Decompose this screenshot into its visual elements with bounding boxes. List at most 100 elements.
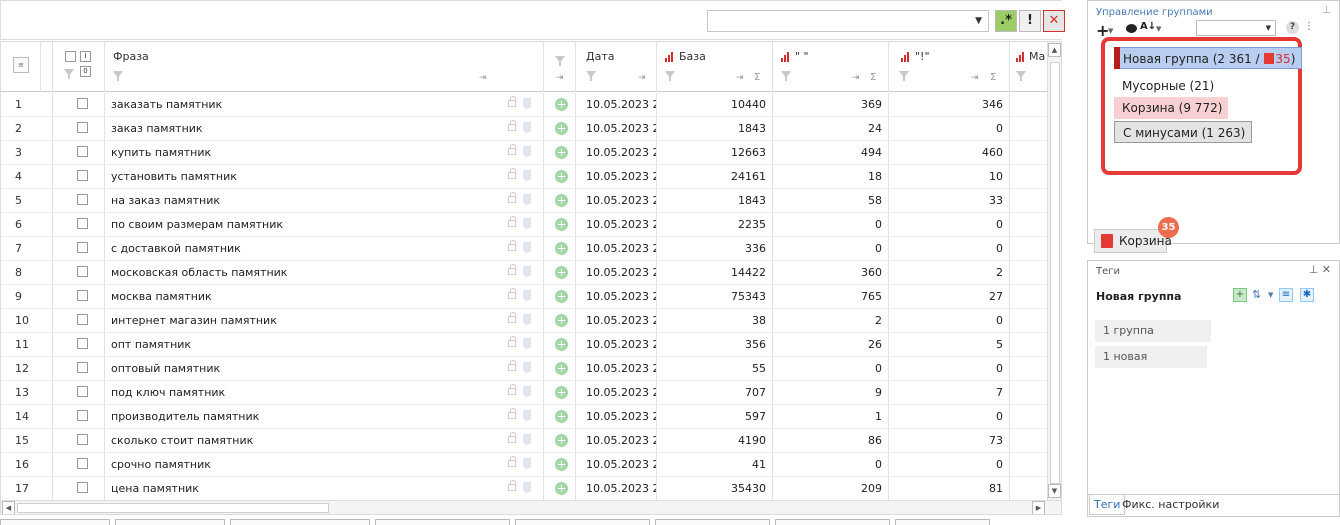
- shield-icon[interactable]: [523, 458, 531, 469]
- add-circle-icon[interactable]: [555, 338, 568, 351]
- lock-icon[interactable]: [508, 216, 516, 227]
- horizontal-scroll-thumb[interactable]: [17, 503, 329, 513]
- add-tag-icon[interactable]: +: [1233, 288, 1247, 302]
- group-item-basket[interactable]: Корзина (9 772): [1114, 97, 1229, 119]
- table-row[interactable]: 11 опт памятник 10.05.2023 2 356 26 5: [1, 333, 1047, 357]
- phrase-cell[interactable]: производитель памятник: [105, 405, 500, 428]
- lock-icon[interactable]: [508, 408, 516, 419]
- add-circle-icon[interactable]: [555, 146, 568, 159]
- row-checkbox[interactable]: [77, 146, 88, 157]
- phrase-cell[interactable]: заказ памятник: [105, 117, 500, 140]
- settings-icon[interactable]: ✱: [1300, 288, 1314, 302]
- add-circle-icon[interactable]: [555, 266, 568, 279]
- more-icon[interactable]: ⋮: [1304, 21, 1314, 32]
- phrase-cell[interactable]: на заказ памятник: [105, 189, 500, 212]
- table-row[interactable]: 1 заказать памятник 10.05.2023 2 10440 369 34…: [1, 93, 1047, 117]
- lock-icon[interactable]: [508, 144, 516, 155]
- close-icon[interactable]: ✕: [1322, 263, 1331, 276]
- bottom-tab[interactable]: [115, 519, 225, 525]
- shield-icon[interactable]: [523, 338, 531, 349]
- row-checkbox[interactable]: [77, 362, 88, 373]
- bottom-tab[interactable]: [895, 519, 990, 525]
- row-checkbox[interactable]: [77, 218, 88, 229]
- select-all-checkbox[interactable]: [65, 51, 76, 62]
- tree-view-icon[interactable]: ≡: [1279, 288, 1293, 302]
- phrase-cell[interactable]: под ключ памятник: [105, 381, 500, 404]
- add-circle-icon[interactable]: [555, 194, 568, 207]
- phrase-cell[interactable]: оптовый памятник: [105, 357, 500, 380]
- filter-icon[interactable]: [64, 69, 74, 79]
- table-row[interactable]: 12 оптовый памятник 10.05.2023 2 55 0 0: [1, 357, 1047, 381]
- row-checkbox[interactable]: [77, 194, 88, 205]
- phrase-cell[interactable]: москва памятник: [105, 285, 500, 308]
- filter-icon[interactable]: [113, 71, 123, 81]
- pin-icon[interactable]: ⇥: [638, 73, 646, 83]
- bottom-tab[interactable]: [515, 519, 650, 525]
- add-circle-icon[interactable]: [555, 218, 568, 231]
- row-checkbox[interactable]: [77, 242, 88, 253]
- add-circle-icon[interactable]: [555, 290, 568, 303]
- table-row[interactable]: 14 производитель памятник 10.05.2023 2 597 1…: [1, 405, 1047, 429]
- filter-icon[interactable]: [665, 71, 675, 81]
- bottom-tab[interactable]: [0, 519, 110, 525]
- table-row[interactable]: 13 под ключ памятник 10.05.2023 2 707 9 7: [1, 381, 1047, 405]
- shield-icon[interactable]: [523, 482, 531, 493]
- pin-icon[interactable]: ⇥: [971, 73, 979, 83]
- add-circle-icon[interactable]: [555, 386, 568, 399]
- table-row[interactable]: 3 купить памятник 10.05.2023 2 12663 494 460: [1, 141, 1047, 165]
- row-checkbox[interactable]: [77, 410, 88, 421]
- add-circle-icon[interactable]: [555, 458, 568, 471]
- header-excl[interactable]: "!" ⇥ Σ: [889, 42, 1010, 92]
- table-row[interactable]: 4 установить памятник 10.05.2023 2 24161 18 1…: [1, 165, 1047, 189]
- lock-icon[interactable]: [508, 336, 516, 347]
- add-circle-icon[interactable]: [555, 410, 568, 423]
- shield-icon[interactable]: [523, 386, 531, 397]
- shield-icon[interactable]: [523, 170, 531, 181]
- header-base[interactable]: База ⇥ Σ: [657, 42, 773, 92]
- sort-icon[interactable]: A↓: [1140, 21, 1156, 32]
- tab-fixed-settings[interactable]: Фикс. настройки: [1118, 495, 1223, 515]
- sum-icon[interactable]: Σ: [870, 72, 876, 83]
- chevron-down-icon[interactable]: ▼: [1268, 291, 1273, 299]
- table-row[interactable]: 6 по своим размерам памятник 10.05.2023 22…: [1, 213, 1047, 237]
- lock-icon[interactable]: [508, 456, 516, 467]
- phrase-cell[interactable]: заказать памятник: [105, 93, 500, 116]
- sum-icon[interactable]: Σ: [754, 72, 760, 83]
- tag-item[interactable]: 1 новая: [1095, 346, 1207, 368]
- group-select[interactable]: ▼: [1196, 20, 1276, 36]
- add-circle-icon[interactable]: [555, 314, 568, 327]
- pin-icon[interactable]: ⇥: [479, 73, 487, 83]
- row-checkbox[interactable]: [77, 290, 88, 301]
- group-item-junk[interactable]: Мусорные (21): [1114, 75, 1220, 97]
- phrase-cell[interactable]: опт памятник: [105, 333, 500, 356]
- table-row[interactable]: 10 интернет магазин памятник 10.05.2023 23…: [1, 309, 1047, 333]
- add-circle-icon[interactable]: [555, 434, 568, 447]
- clear-filter-button[interactable]: ✕: [1043, 10, 1065, 32]
- table-row[interactable]: 2 заказ памятник 10.05.2023 2 1843 24 0: [1, 117, 1047, 141]
- tag-item[interactable]: 1 группа: [1095, 320, 1211, 342]
- sort-icon[interactable]: ⇅: [1252, 288, 1261, 301]
- pin-icon[interactable]: ⇥: [736, 73, 744, 83]
- chevron-down-icon[interactable]: ▼: [1108, 27, 1113, 35]
- lock-icon[interactable]: [508, 168, 516, 179]
- header-date[interactable]: Дата ⇥: [576, 42, 657, 92]
- phrase-cell[interactable]: купить памятник: [105, 141, 500, 164]
- filter-icon[interactable]: [586, 71, 596, 81]
- bottom-tab[interactable]: [230, 519, 370, 525]
- table-row[interactable]: 7с доставкой памятник 10.05.2023 2 336 0 0: [1, 237, 1047, 261]
- row-checkbox[interactable]: [77, 98, 88, 109]
- vertical-scroll-thumb[interactable]: [1050, 62, 1060, 484]
- add-circle-icon[interactable]: [555, 170, 568, 183]
- lock-icon[interactable]: [508, 480, 516, 491]
- pin-icon[interactable]: ⊥: [1309, 263, 1319, 276]
- exclude-button[interactable]: !: [1019, 10, 1041, 32]
- bottom-tab[interactable]: [655, 519, 770, 525]
- phrase-cell[interactable]: с доставкой памятник: [105, 237, 500, 260]
- lock-icon[interactable]: [508, 192, 516, 203]
- shield-icon[interactable]: [523, 314, 531, 325]
- scroll-left-icon[interactable]: ◀: [2, 501, 15, 514]
- horizontal-scrollbar[interactable]: ◀ ▶: [1, 500, 1061, 514]
- shield-icon[interactable]: [523, 122, 531, 133]
- add-circle-icon[interactable]: [555, 98, 568, 111]
- phrase-cell[interactable]: срочно памятник: [105, 453, 500, 476]
